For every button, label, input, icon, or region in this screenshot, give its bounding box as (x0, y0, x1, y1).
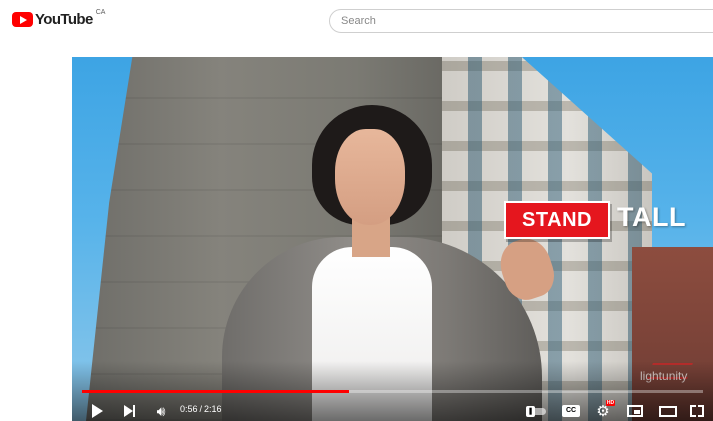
fullscreen-icon[interactable] (686, 400, 708, 421)
time-display: 0:56/2:16 (180, 404, 222, 414)
current-time: 0:56 (180, 404, 198, 414)
masthead: YouTube CA Search (0, 0, 713, 44)
overlay-title-part2: TALL (617, 202, 686, 232)
play-icon[interactable] (86, 400, 108, 421)
duration: 2:16 (204, 404, 222, 414)
youtube-play-icon (12, 12, 33, 27)
progress-bar[interactable] (82, 390, 703, 393)
autoplay-toggle[interactable]: ❚ (526, 405, 548, 417)
subtitles-icon[interactable]: CC (558, 402, 584, 420)
hd-badge: HD (606, 400, 615, 406)
search-placeholder: Search (341, 15, 376, 27)
volume-icon[interactable]: 🔊︎ (150, 400, 172, 421)
video-person-face (335, 129, 405, 225)
theater-icon[interactable] (656, 402, 680, 420)
overlay-title-part1: STAND (522, 208, 592, 231)
progress-fill (82, 390, 350, 393)
next-icon[interactable] (118, 400, 140, 421)
logo-text: YouTube (35, 11, 93, 28)
pause-icon: ❚ (526, 405, 535, 417)
miniplayer-icon[interactable] (624, 402, 646, 420)
video-player[interactable]: STAND TALL lightunity 🔊︎ 0:56/2:16 ❚ CC … (72, 57, 713, 421)
cc-label: CC (562, 405, 580, 417)
youtube-logo[interactable]: YouTube CA (12, 9, 106, 28)
country-code: CA (95, 9, 106, 16)
overlay-title-box: STAND (504, 201, 610, 239)
search-input[interactable]: Search (329, 9, 713, 33)
